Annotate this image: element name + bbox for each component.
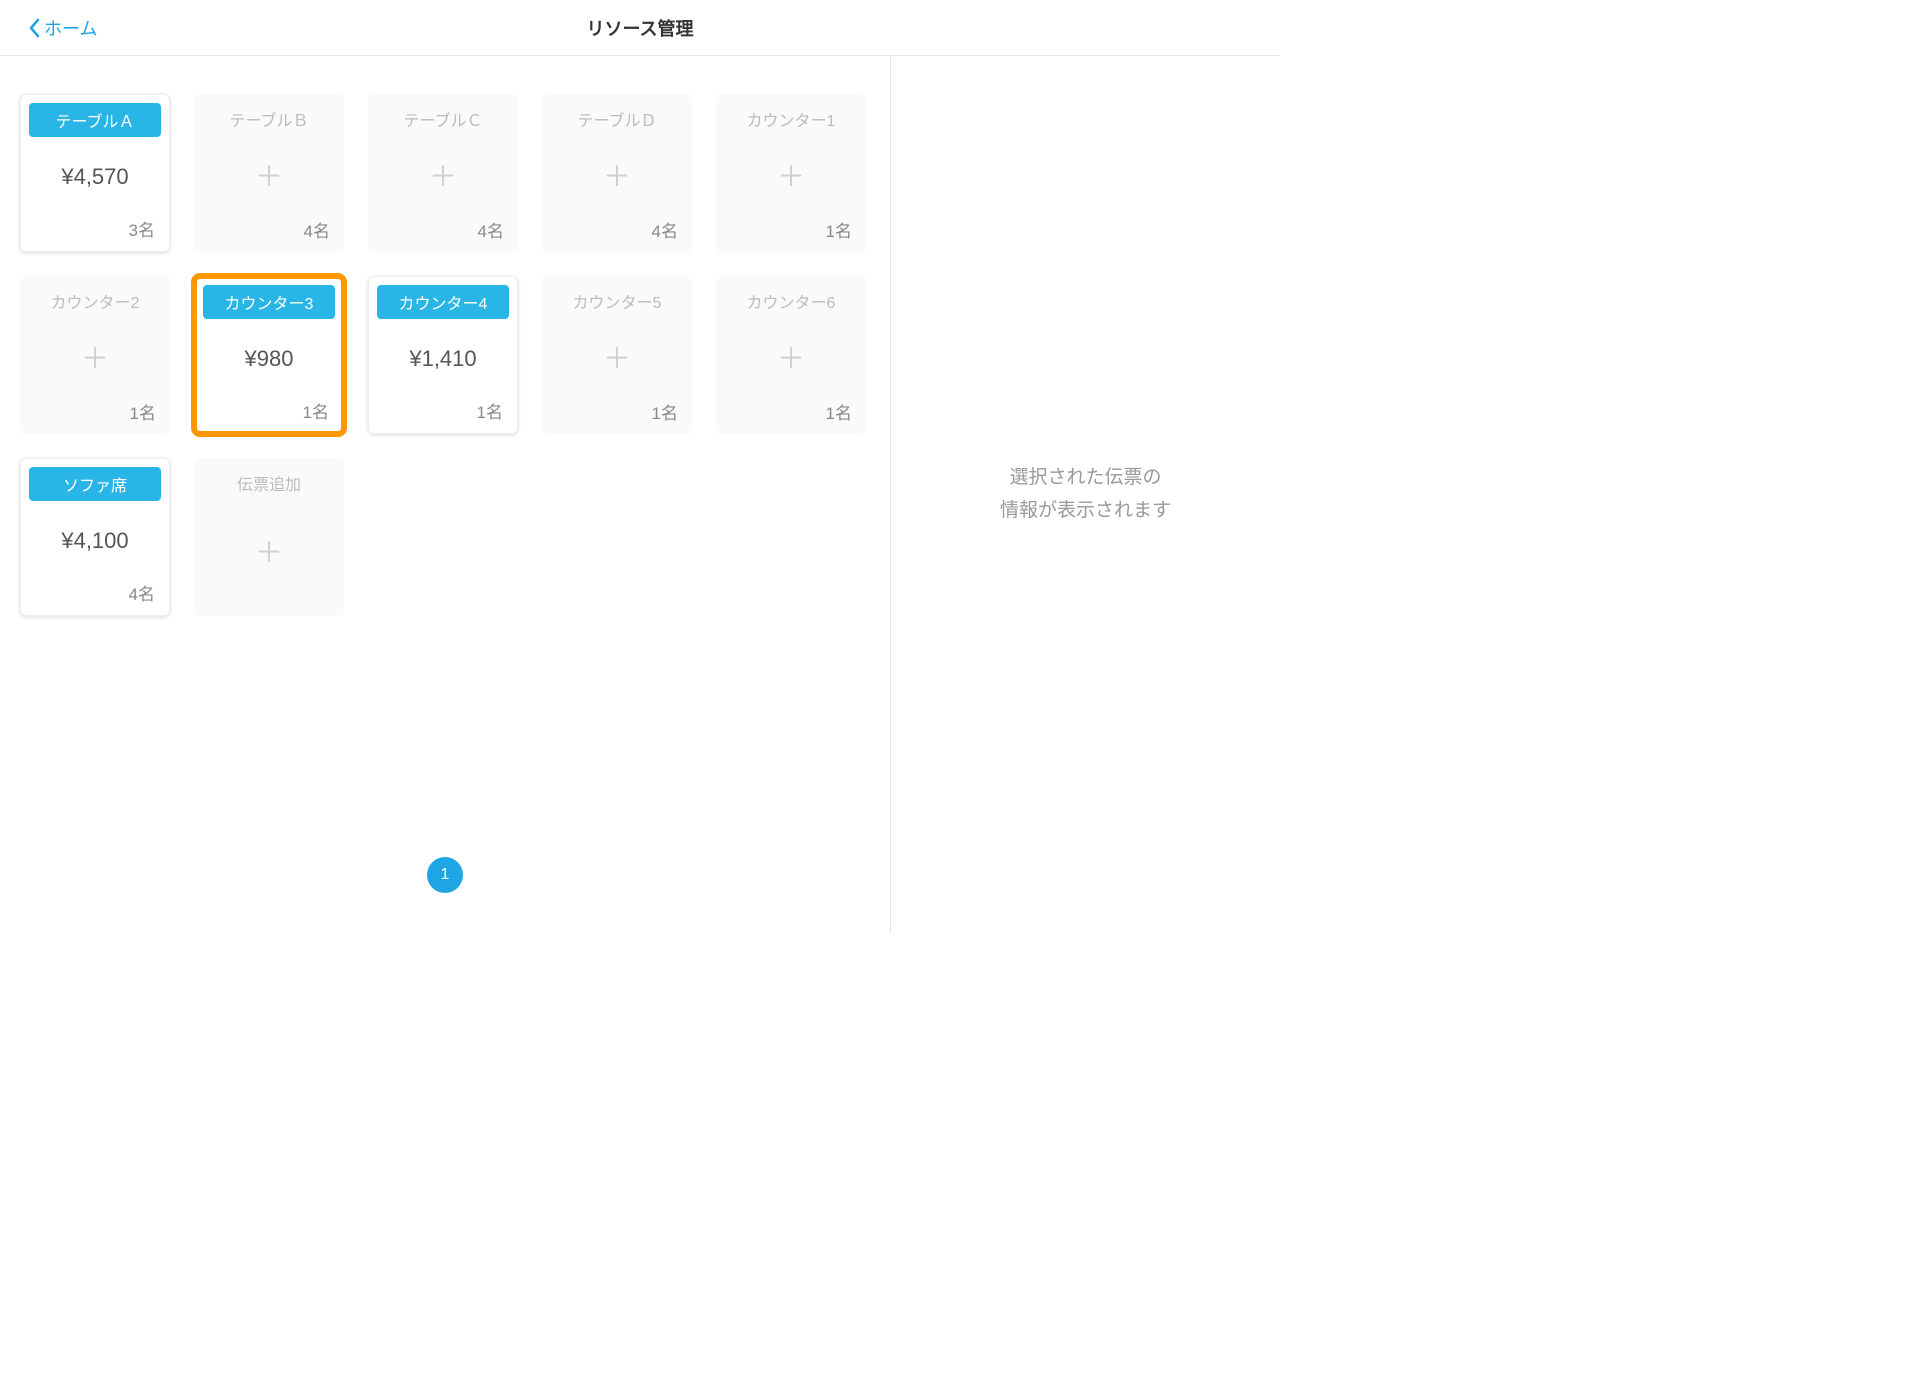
tile-label: カウンター6 bbox=[724, 284, 858, 318]
resource-tile[interactable]: テーブルＢ ＋ 4名 bbox=[194, 94, 344, 252]
sidebar-placeholder-line1: 選択された伝票の bbox=[1000, 462, 1171, 494]
tile-capacity: 4名 bbox=[21, 580, 169, 615]
back-button[interactable]: ホーム bbox=[0, 15, 97, 41]
tile-label: テーブルＤ bbox=[550, 102, 684, 136]
plus-icon: ＋ bbox=[603, 163, 631, 191]
tile-capacity: 4名 bbox=[194, 217, 344, 252]
tile-label: テーブルＣ bbox=[376, 102, 510, 136]
tile-price: ¥980 bbox=[245, 346, 294, 372]
tile-label: ソファ席 bbox=[29, 467, 161, 501]
tile-body: ¥1,410 bbox=[369, 319, 517, 398]
tile-body: ¥980 bbox=[195, 319, 343, 398]
tile-body: ＋ bbox=[194, 500, 344, 606]
pager-button[interactable]: 1 bbox=[427, 857, 463, 893]
tile-capacity: 1名 bbox=[195, 398, 343, 433]
pager: 1 bbox=[427, 857, 463, 893]
content: テーブルＡ¥4,5703名テーブルＢ＋4名テーブルＣ＋4名テーブルＤ＋4名カウン… bbox=[0, 56, 1280, 933]
plus-icon: ＋ bbox=[255, 539, 283, 567]
resource-tile[interactable]: テーブルＤ ＋ 4名 bbox=[542, 94, 692, 252]
tile-body: ¥4,100 bbox=[21, 501, 169, 580]
resource-grid: テーブルＡ¥4,5703名テーブルＢ＋4名テーブルＣ＋4名テーブルＤ＋4名カウン… bbox=[20, 94, 870, 616]
tile-label: テーブルＢ bbox=[202, 102, 336, 136]
resource-tile[interactable]: テーブルＡ ¥4,570 3名 bbox=[20, 94, 170, 252]
tile-label: カウンター4 bbox=[377, 285, 509, 319]
main-panel: テーブルＡ¥4,5703名テーブルＢ＋4名テーブルＣ＋4名テーブルＤ＋4名カウン… bbox=[0, 56, 890, 933]
plus-icon: ＋ bbox=[777, 163, 805, 191]
tile-body: ＋ bbox=[542, 136, 692, 217]
plus-icon: ＋ bbox=[81, 345, 109, 373]
tile-capacity: 1名 bbox=[716, 399, 866, 434]
resource-tile[interactable]: カウンター6 ＋ 1名 bbox=[716, 276, 866, 434]
plus-icon: ＋ bbox=[777, 345, 805, 373]
sidebar-placeholder-line2: 情報が表示されます bbox=[1000, 495, 1171, 527]
tile-label: 伝票追加 bbox=[202, 466, 336, 500]
resource-tile[interactable]: テーブルＣ ＋ 4名 bbox=[368, 94, 518, 252]
resource-tile[interactable]: ソファ席 ¥4,100 4名 bbox=[20, 458, 170, 616]
tile-body: ＋ bbox=[368, 136, 518, 217]
back-label: ホーム bbox=[44, 15, 97, 41]
tile-body: ＋ bbox=[716, 136, 866, 217]
tile-capacity: 4名 bbox=[368, 217, 518, 252]
resource-tile[interactable]: カウンター5 ＋ 1名 bbox=[542, 276, 692, 434]
sidebar-placeholder: 選択された伝票の 情報が表示されます bbox=[1000, 462, 1171, 527]
resource-tile[interactable]: カウンター3 ¥980 1名 bbox=[194, 276, 344, 434]
tile-capacity: 4名 bbox=[542, 217, 692, 252]
tile-body: ＋ bbox=[542, 318, 692, 399]
plus-icon: ＋ bbox=[603, 345, 631, 373]
tile-capacity: 1名 bbox=[542, 399, 692, 434]
tile-label: テーブルＡ bbox=[29, 103, 161, 137]
tile-price: ¥1,410 bbox=[409, 346, 476, 372]
plus-icon: ＋ bbox=[429, 163, 457, 191]
tile-label: カウンター5 bbox=[550, 284, 684, 318]
resource-tile[interactable]: カウンター4 ¥1,410 1名 bbox=[368, 276, 518, 434]
header: ホーム リソース管理 bbox=[0, 0, 1280, 56]
tile-price: ¥4,100 bbox=[61, 528, 128, 554]
tile-label: カウンター2 bbox=[28, 284, 162, 318]
tile-body: ＋ bbox=[20, 318, 170, 399]
plus-icon: ＋ bbox=[255, 163, 283, 191]
tile-label: カウンター3 bbox=[203, 285, 335, 319]
tile-body: ＋ bbox=[716, 318, 866, 399]
detail-sidebar: 選択された伝票の 情報が表示されます bbox=[890, 56, 1280, 933]
tile-capacity: 1名 bbox=[716, 217, 866, 252]
tile-body: ＋ bbox=[194, 136, 344, 217]
resource-tile[interactable]: カウンター1 ＋ 1名 bbox=[716, 94, 866, 252]
tile-body: ¥4,570 bbox=[21, 137, 169, 216]
tile-capacity: 1名 bbox=[369, 398, 517, 433]
page-title: リソース管理 bbox=[586, 15, 693, 41]
tile-capacity: 3名 bbox=[21, 216, 169, 251]
resource-tile[interactable]: カウンター2 ＋ 1名 bbox=[20, 276, 170, 434]
tile-price: ¥4,570 bbox=[61, 164, 128, 190]
chevron-left-icon bbox=[28, 18, 40, 38]
tile-label: カウンター1 bbox=[724, 102, 858, 136]
resource-tile[interactable]: 伝票追加 ＋ bbox=[194, 458, 344, 616]
tile-capacity: 1名 bbox=[20, 399, 170, 434]
